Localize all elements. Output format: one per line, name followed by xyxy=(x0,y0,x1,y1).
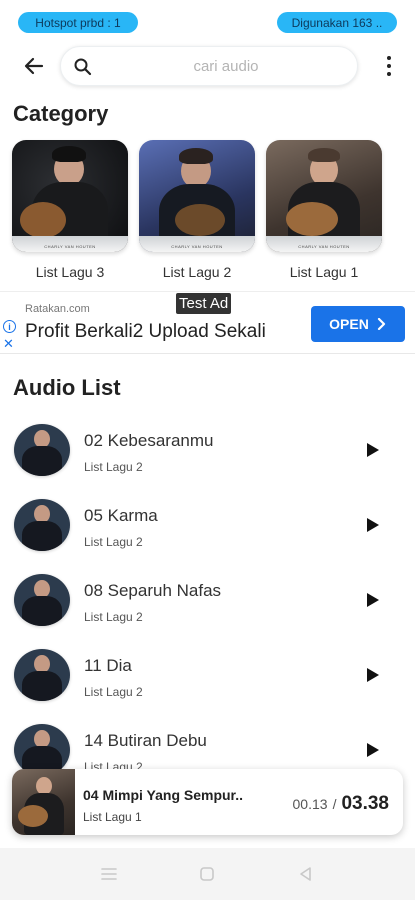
audio-title: 08 Separuh Nafas xyxy=(84,581,222,600)
audio-title: 05 Karma xyxy=(84,506,158,525)
play-icon[interactable] xyxy=(366,517,380,533)
audio-list[interactable]: 02 Kebesaranmu List Lagu 2 05 Karma List… xyxy=(0,410,415,770)
triangle-back-icon xyxy=(300,867,311,881)
recent-apps-button[interactable] xyxy=(99,864,119,884)
audio-title: 11 Dia xyxy=(84,656,132,675)
audio-subtitle: List Lagu 2 xyxy=(84,610,143,624)
ad-open-label: OPEN xyxy=(329,316,369,332)
category-thumbnail: CHARLY VAN HOUTEN xyxy=(139,140,255,252)
category-label: List Lagu 2 xyxy=(162,264,232,280)
thumbnail-caption: CHARLY VAN HOUTEN xyxy=(44,244,96,249)
home-button[interactable] xyxy=(197,864,217,884)
audio-list-item[interactable]: 08 Separuh Nafas List Lagu 2 xyxy=(0,560,415,635)
play-icon[interactable] xyxy=(366,442,380,458)
search-input[interactable] xyxy=(101,47,351,85)
now-playing-title: 04 Mimpi Yang Sempur.. xyxy=(83,787,244,803)
search-box[interactable] xyxy=(60,46,358,86)
total-time: 03.38 xyxy=(341,793,389,814)
audio-subtitle: List Lagu 2 xyxy=(84,535,143,549)
audio-list-item[interactable]: 02 Kebesaranmu List Lagu 2 xyxy=(0,410,415,485)
category-card[interactable]: CHARLY VAN HOUTEN List Lagu 2 xyxy=(139,140,255,280)
ad-source: Ratakan.com xyxy=(25,303,90,315)
category-row: CHARLY VAN HOUTEN List Lagu 3 CHARLY VAN… xyxy=(12,140,415,285)
home-square-icon xyxy=(200,867,214,881)
category-label: List Lagu 3 xyxy=(35,264,105,280)
back-button[interactable] xyxy=(18,50,50,82)
ad-close-icon[interactable]: ✕ xyxy=(3,336,14,352)
audio-title: 14 Butiran Debu xyxy=(84,731,207,750)
more-dot-icon xyxy=(387,64,391,68)
data-usage-badge: Digunakan 163 .. xyxy=(277,12,397,33)
current-time: 00.13 xyxy=(292,796,328,812)
hotspot-status-badge: Hotspot prbd : 1 xyxy=(18,12,138,33)
playback-time: 00.13 / 03.38 xyxy=(293,793,389,815)
audio-title: 02 Kebesaranmu xyxy=(84,431,214,450)
category-card[interactable]: CHARLY VAN HOUTEN List Lagu 3 xyxy=(12,140,128,280)
now-playing-subtitle: List Lagu 1 xyxy=(83,810,142,824)
more-options-button[interactable] xyxy=(383,52,395,80)
audio-list-heading: Audio List xyxy=(13,375,121,400)
audio-subtitle: List Lagu 2 xyxy=(84,460,143,474)
audio-thumbnail xyxy=(14,574,70,626)
category-thumbnail: CHARLY VAN HOUTEN xyxy=(266,140,382,252)
top-bar xyxy=(0,46,415,86)
more-dot-icon xyxy=(387,72,391,76)
more-dot-icon xyxy=(387,56,391,60)
ad-open-button[interactable]: OPEN xyxy=(311,306,405,342)
test-ad-badge: Test Ad xyxy=(176,293,232,314)
thumbnail-caption: CHARLY VAN HOUTEN xyxy=(171,244,223,249)
play-icon[interactable] xyxy=(366,742,380,758)
play-icon[interactable] xyxy=(366,667,380,683)
category-card[interactable]: CHARLY VAN HOUTEN List Lagu 1 xyxy=(266,140,382,280)
chevron-right-icon xyxy=(377,318,385,330)
audio-thumbnail xyxy=(14,724,70,770)
system-navigation-bar xyxy=(0,848,415,900)
audio-list-item[interactable]: 14 Butiran Debu List Lagu 2 xyxy=(0,710,415,770)
audio-subtitle: List Lagu 2 xyxy=(84,685,143,699)
arrow-left-icon xyxy=(24,57,44,75)
audio-list-item[interactable]: 05 Karma List Lagu 2 xyxy=(0,485,415,560)
ad-banner[interactable]: Test Ad Ratakan.com i ✕ Profit Berkali2 … xyxy=(0,291,415,354)
time-separator: / xyxy=(332,796,337,812)
now-playing-thumbnail xyxy=(12,769,75,835)
category-label: List Lagu 1 xyxy=(289,264,359,280)
now-playing-bar[interactable]: 04 Mimpi Yang Sempur.. List Lagu 1 00.13… xyxy=(12,769,403,835)
category-thumbnail: CHARLY VAN HOUTEN xyxy=(12,140,128,252)
audio-thumbnail xyxy=(14,424,70,476)
audio-thumbnail xyxy=(14,649,70,701)
category-heading: Category xyxy=(13,101,109,126)
audio-list-item[interactable]: 11 Dia List Lagu 2 xyxy=(0,635,415,710)
ad-info-icon[interactable]: i xyxy=(3,320,16,333)
back-nav-button[interactable] xyxy=(296,864,316,884)
audio-thumbnail xyxy=(14,499,70,551)
play-icon[interactable] xyxy=(366,592,380,608)
ad-headline[interactable]: Profit Berkali2 Upload Sekali xyxy=(25,321,266,343)
thumbnail-caption: CHARLY VAN HOUTEN xyxy=(298,244,350,249)
menu-lines-icon xyxy=(101,868,117,880)
search-icon xyxy=(74,58,92,76)
